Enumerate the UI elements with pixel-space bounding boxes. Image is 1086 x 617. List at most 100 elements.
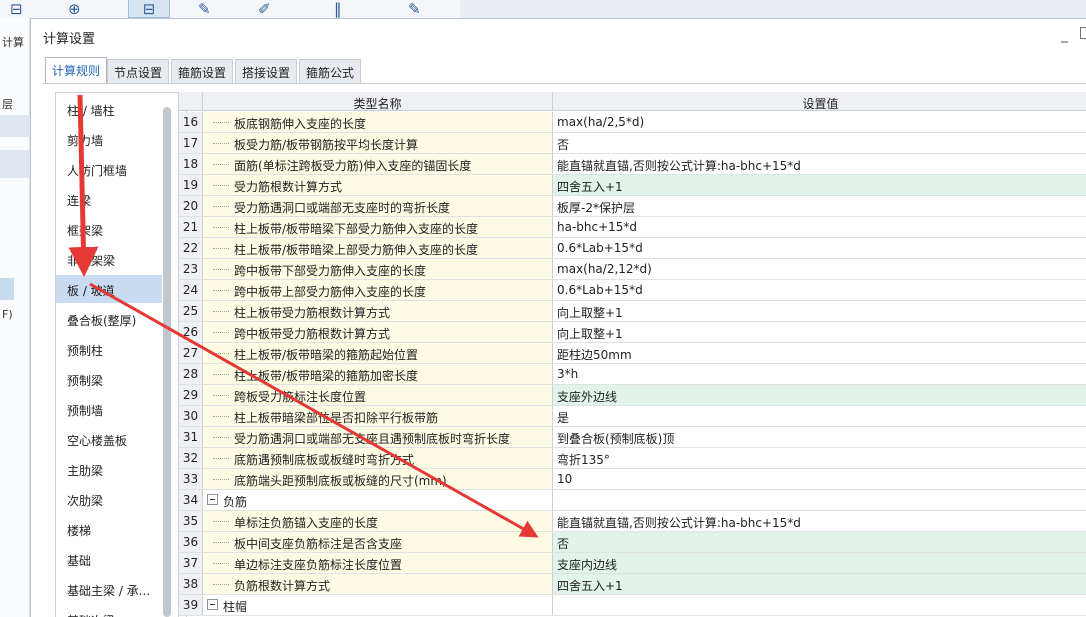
table-row[interactable]: 35 单标注负筋锚入支座的长度 能直锚就直锚,否则按公式计算:ha-bhc+15*d	[179, 511, 1086, 532]
dialog-title: 计算设置	[43, 32, 96, 47]
minimize-button[interactable]: _	[1061, 27, 1068, 43]
table-row[interactable]: 18 面筋(单标注跨板受力筋)伸入支座的锚固长度 能直锚就直锚,否则按公式计算:ha…	[179, 154, 1086, 175]
selected-tool-icon[interactable]: ⊟	[128, 0, 170, 18]
setting-value[interactable]: 弯折135°	[553, 448, 1086, 468]
table-row[interactable]: 32 底筋遇预制底板或板缝时弯折方式 弯折135°	[179, 448, 1086, 469]
category-item[interactable]: 基础次梁	[56, 605, 162, 617]
add-icon[interactable]: ⊕	[68, 0, 81, 18]
table-row[interactable]: 25 柱上板带受力筋根数计算方式 向上取整+1	[179, 301, 1086, 322]
tab-calc-rules[interactable]: 计算规则	[45, 57, 108, 83]
setting-value[interactable]: ha-bhc+15*d	[553, 217, 1086, 237]
setting-value[interactable]: 0.6*Lab+15*d	[553, 280, 1086, 300]
setting-value[interactable]: 向上取整+1	[553, 301, 1086, 321]
table-row[interactable]: 30 柱上板带暗梁部位是否扣除平行板带筋 是	[179, 406, 1086, 427]
setting-value[interactable]: 距柱边50mm	[553, 343, 1086, 363]
setting-name: 跨板受力筋标注长度位置	[234, 390, 367, 404]
setting-value[interactable]: 支座内边线	[553, 553, 1086, 573]
setting-value[interactable]: 能直锚就直锚,否则按公式计算:ha-bhc+15*d	[553, 154, 1086, 174]
setting-value[interactable]: 板厚-2*保护层	[553, 196, 1086, 216]
table-row[interactable]: 28 柱上板带/板带暗梁的箍筋加密长度 3*h	[179, 364, 1086, 385]
category-scrollbar[interactable]	[163, 107, 171, 617]
setting-value[interactable]: max(ha/2,5*d)	[553, 112, 1086, 132]
category-item[interactable]: 预制柱	[56, 335, 162, 363]
table-row[interactable]: 38 负筋根数计算方式 四舍五入+1	[179, 574, 1086, 595]
setting-value[interactable]: 到叠合板(预制底板)顶	[553, 427, 1086, 447]
setting-value[interactable]: 四舍五入+1	[553, 574, 1086, 594]
tree-line-icon	[213, 521, 229, 522]
maximize-button[interactable]	[1080, 27, 1086, 39]
category-item[interactable]: 主肋梁	[56, 455, 162, 483]
grid-header-name[interactable]: 类型名称	[203, 92, 553, 111]
table-row[interactable]: 27 柱上板带/板带暗梁的箍筋起始位置 距柱边50mm	[179, 343, 1086, 364]
category-item-selected[interactable]: 板 / 坡道	[56, 275, 162, 303]
table-row[interactable]: 29 跨板受力筋标注长度位置 支座外边线	[179, 385, 1086, 406]
category-item[interactable]: 人防门框墙	[56, 155, 162, 183]
row-number: 26	[179, 322, 203, 342]
table-row[interactable]: 19 受力筋根数计算方式 四舍五入+1	[179, 175, 1086, 196]
tab-lap-settings[interactable]: 搭接设置	[235, 59, 298, 83]
setting-value[interactable]: 10	[553, 469, 1086, 489]
group-row[interactable]: 34 负筋	[179, 490, 1086, 511]
category-item[interactable]: 框架梁	[56, 215, 162, 243]
setting-name-cell: 柱上板带/板带暗梁的箍筋起始位置	[203, 343, 553, 363]
category-item[interactable]: 连梁	[56, 185, 162, 213]
table-row[interactable]: 23 跨中板带下部受力筋伸入支座的长度 max(ha/2,12*d)	[179, 259, 1086, 280]
table-row[interactable]: 33 底筋端头距预制底板或板缝的尺寸(mm) 10	[179, 469, 1086, 490]
category-item[interactable]: 次肋梁	[56, 485, 162, 513]
setting-value[interactable]: 否	[553, 133, 1086, 153]
tab-node-settings[interactable]: 节点设置	[107, 59, 170, 83]
setting-name-cell: 受力筋遇洞口或端部无支座时的弯折长度	[203, 196, 553, 216]
setting-name-cell: 负筋	[203, 490, 553, 510]
ruler-icon[interactable]: ‖	[334, 0, 342, 18]
setting-value[interactable]: 能直锚就直锚,否则按公式计算:ha-bhc+15*d	[553, 511, 1086, 531]
category-item[interactable]: 非框架梁	[56, 245, 162, 273]
table-row[interactable]: 37 单边标注支座负筋标注长度位置 支座内边线	[179, 553, 1086, 574]
category-item[interactable]: 楼梯	[56, 515, 162, 543]
group-row[interactable]: 39 柱帽	[179, 595, 1086, 616]
table-row[interactable]: 16 板底钢筋伸入支座的长度 max(ha/2,5*d)	[179, 112, 1086, 133]
setting-value[interactable]: 支座外边线	[553, 385, 1086, 405]
setting-value[interactable]: 3*h	[553, 364, 1086, 384]
category-item[interactable]: 叠合板(整厚)	[56, 305, 162, 333]
setting-name-cell: 跨中板带受力筋根数计算方式	[203, 322, 553, 342]
table-row[interactable]: 26 跨中板带受力筋根数计算方式 向上取整+1	[179, 322, 1086, 343]
row-number: 34	[179, 490, 203, 510]
setting-value[interactable]: max(ha/2,12*d)	[553, 259, 1086, 279]
table-row[interactable]: 36 板中间支座负筋标注是否含支座 否	[179, 532, 1086, 553]
category-item[interactable]: 柱 / 墙柱	[56, 95, 162, 123]
category-item[interactable]: 预制墙	[56, 395, 162, 423]
setting-name-cell: 柱帽	[203, 595, 553, 615]
setting-value[interactable]: 否	[553, 532, 1086, 552]
category-item[interactable]: 基础	[56, 545, 162, 573]
collapse-icon[interactable]	[207, 494, 218, 505]
grid-header-value[interactable]: 设置值	[553, 92, 1086, 111]
table-row[interactable]: 24 跨中板带上部受力筋伸入支座的长度 0.6*Lab+15*d	[179, 280, 1086, 301]
setting-name: 底筋遇预制底板或板缝时弯折方式	[234, 453, 415, 467]
category-item[interactable]: 基础主梁 / 承...	[56, 575, 162, 603]
setting-value[interactable]: 四舍五入+1	[553, 175, 1086, 195]
category-item[interactable]: 预制梁	[56, 365, 162, 393]
setting-value[interactable]: 0.6*Lab+15*d	[553, 238, 1086, 258]
setting-value[interactable]: 是	[553, 406, 1086, 426]
category-item[interactable]: 剪力墙	[56, 125, 162, 153]
edit-icon[interactable]: ✎	[198, 0, 211, 18]
setting-name: 板受力筋/板带钢筋按平均长度计算	[234, 138, 419, 152]
brush-icon[interactable]: ✎	[408, 0, 421, 18]
table-row[interactable]: 22 柱上板带/板带暗梁上部受力筋伸入支座的长度 0.6*Lab+15*d	[179, 238, 1086, 259]
setting-name-cell: 负筋根数计算方式	[203, 574, 553, 594]
setting-value[interactable]	[553, 595, 1086, 615]
setting-value[interactable]: 向上取整+1	[553, 322, 1086, 342]
table-row[interactable]: 20 受力筋遇洞口或端部无支座时的弯折长度 板厚-2*保护层	[179, 196, 1086, 217]
setting-name-cell: 柱上板带/板带暗梁上部受力筋伸入支座的长度	[203, 238, 553, 258]
collapse-icon[interactable]	[207, 599, 218, 610]
tab-stirrup-formula[interactable]: 箍筋公式	[299, 59, 362, 83]
table-row[interactable]: 17 板受力筋/板带钢筋按平均长度计算 否	[179, 133, 1086, 154]
pencil-icon[interactable]: ✐	[258, 0, 271, 18]
tab-stirrup-settings[interactable]: 箍筋设置	[171, 59, 234, 83]
category-item[interactable]: 空心楼盖板	[56, 425, 162, 453]
calc-setting-icon[interactable]: ⊟	[10, 0, 23, 18]
setting-name-cell: 跨中板带上部受力筋伸入支座的长度	[203, 280, 553, 300]
table-row[interactable]: 21 柱上板带/板带暗梁下部受力筋伸入支座的长度 ha-bhc+15*d	[179, 217, 1086, 238]
setting-value[interactable]	[553, 490, 1086, 510]
table-row[interactable]: 31 受力筋遇洞口或端部无支座且遇预制底板时弯折长度 到叠合板(预制底板)顶	[179, 427, 1086, 448]
